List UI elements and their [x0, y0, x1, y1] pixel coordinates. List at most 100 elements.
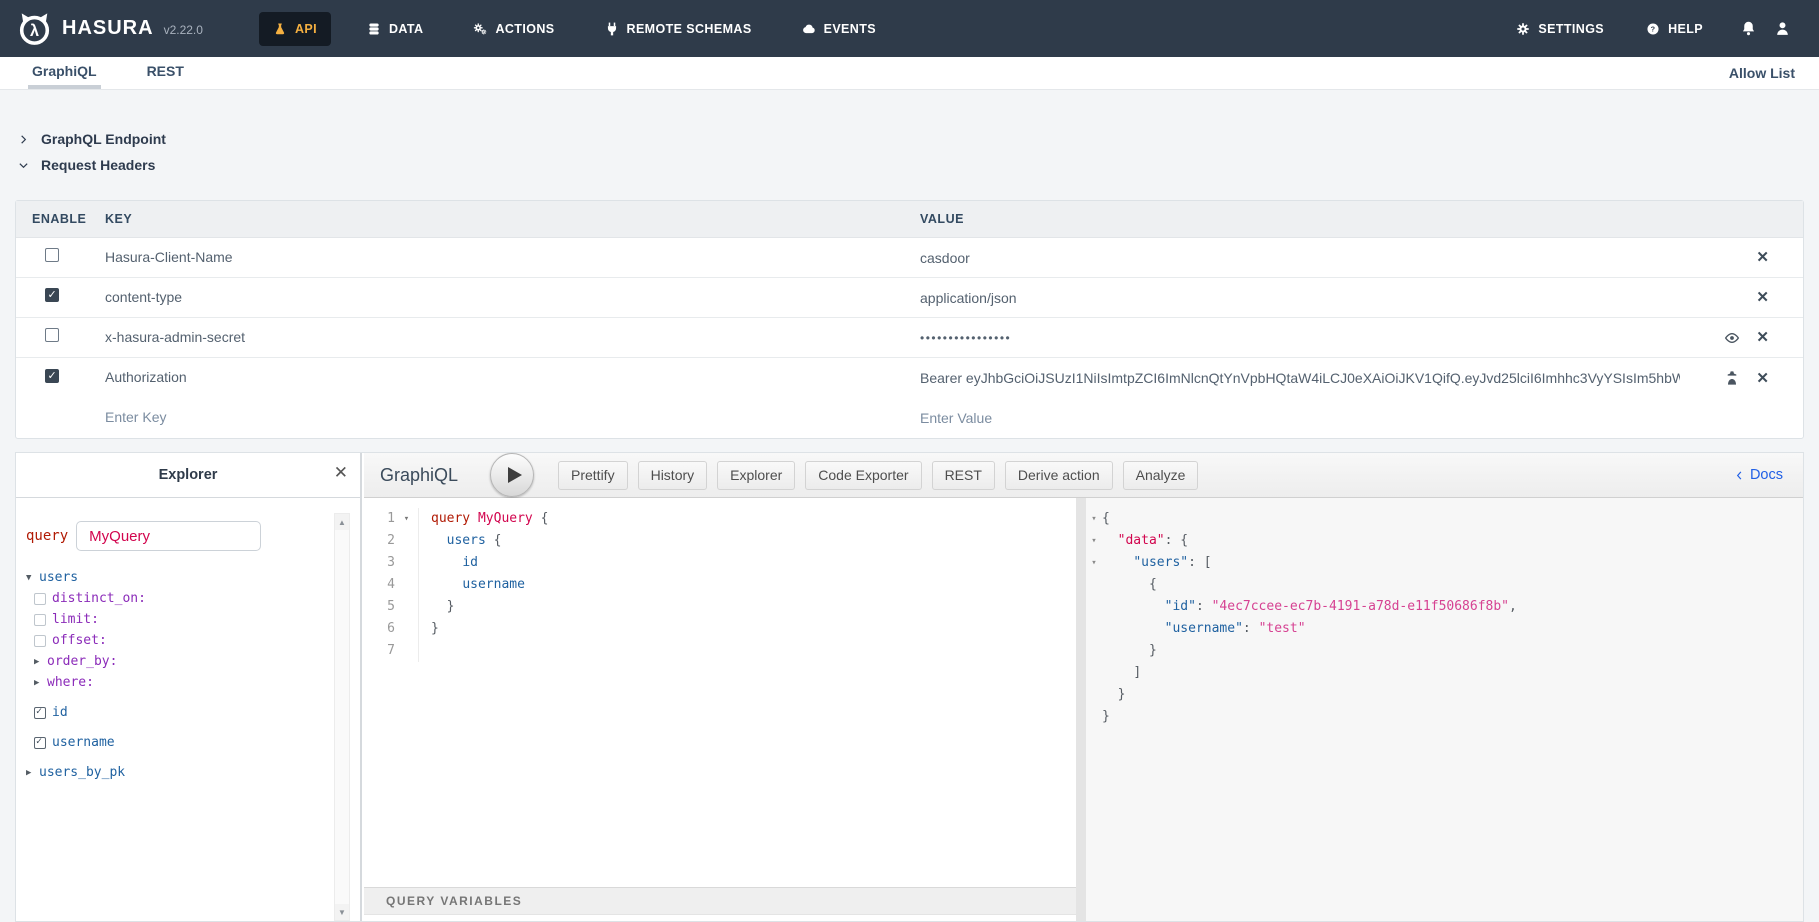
expand-arrow-icon[interactable]: ▶: [34, 657, 47, 667]
header-enable-checkbox[interactable]: [45, 369, 59, 383]
line-number: 5: [364, 596, 395, 618]
api-tabbar: GraphiQL REST Allow List: [0, 57, 1819, 90]
field-checkbox[interactable]: [34, 635, 46, 647]
operation-name-input[interactable]: [76, 521, 261, 551]
fold-arrow-icon[interactable]: ▾: [1086, 552, 1102, 574]
explorer-title: Explorer: [159, 467, 218, 483]
nav-item-actions[interactable]: ACTIONS: [459, 12, 568, 46]
user-button[interactable]: [1765, 20, 1799, 37]
nav-item-settings[interactable]: SETTINGS: [1502, 12, 1618, 46]
tab-rest[interactable]: REST: [143, 57, 188, 89]
query-variables-editor[interactable]: [364, 916, 1076, 921]
header-key[interactable]: x-hasura-admin-secret: [105, 329, 245, 345]
explorer-node-order_by[interactable]: ▶order_by:: [16, 651, 332, 672]
cloud-icon: [802, 22, 816, 36]
remove-header-icon[interactable]: ✕: [1756, 290, 1769, 305]
code-exporter-button[interactable]: Code Exporter: [805, 461, 921, 490]
response-line-9: }: [1086, 684, 1803, 706]
explorer-node-distinct_on[interactable]: distinct_on:: [16, 588, 332, 609]
tab-graphiql[interactable]: GraphiQL: [28, 57, 101, 89]
explorer-node-id[interactable]: id: [16, 702, 332, 723]
header-enable-checkbox[interactable]: [45, 288, 59, 302]
editor-line-4[interactable]: 4 username: [364, 574, 1076, 596]
node-label: users: [39, 570, 78, 585]
remove-header-icon[interactable]: ✕: [1756, 330, 1769, 345]
new-header-row: [16, 398, 1803, 438]
header-value[interactable]: casdoor: [920, 250, 970, 266]
response-line-3: ▾ "users": [: [1086, 552, 1803, 574]
editor-line-2[interactable]: 2 users {: [364, 530, 1076, 552]
remove-header-icon[interactable]: ✕: [1756, 371, 1769, 386]
fold-arrow-icon[interactable]: ▾: [1086, 508, 1102, 530]
request-headers-label: Request Headers: [41, 157, 155, 173]
history-button[interactable]: History: [638, 461, 708, 490]
nav-item-label: EVENTS: [824, 22, 876, 36]
derive-action-button[interactable]: Derive action: [1005, 461, 1113, 490]
scroll-down-icon[interactable]: ▼: [335, 904, 349, 920]
request-headers-toggle[interactable]: Request Headers: [18, 152, 166, 178]
hasura-logo-icon[interactable]: λ: [16, 10, 53, 47]
header-key[interactable]: content-type: [105, 289, 182, 305]
scroll-up-icon[interactable]: ▲: [335, 514, 349, 530]
nav-item-label: SETTINGS: [1538, 22, 1604, 36]
header-value[interactable]: ••••••••••••••••: [920, 331, 1011, 345]
explorer-node-username[interactable]: username: [16, 732, 332, 753]
field-checkbox[interactable]: [34, 707, 46, 719]
rest-button[interactable]: REST: [932, 461, 995, 490]
header-enable-checkbox[interactable]: [45, 328, 59, 342]
editor-line-1[interactable]: 1▾query MyQuery {: [364, 508, 1076, 530]
response-line-7: }: [1086, 640, 1803, 662]
new-header-key-input[interactable]: [105, 409, 864, 425]
bell-button[interactable]: [1731, 20, 1765, 37]
editor-line-5[interactable]: 5 }: [364, 596, 1076, 618]
fold-arrow-icon[interactable]: ▾: [395, 508, 419, 530]
header-key[interactable]: Authorization: [105, 369, 187, 385]
fold-arrow-icon[interactable]: ▾: [1086, 530, 1102, 552]
node-label: order_by:: [47, 654, 117, 669]
header-enable-checkbox[interactable]: [45, 248, 59, 262]
decode-jwt-button[interactable]: [1724, 370, 1740, 386]
explorer-scrollbar[interactable]: ▲ ▼: [334, 513, 350, 921]
new-header-value-input[interactable]: [920, 410, 1759, 426]
field-checkbox[interactable]: [34, 593, 46, 605]
explorer-node-where[interactable]: ▶where:: [16, 672, 332, 693]
graphql-endpoint-toggle[interactable]: GraphQL Endpoint: [18, 126, 166, 152]
docs-button[interactable]: Docs: [1734, 467, 1783, 483]
nav-item-remote-schemas[interactable]: REMOTE SCHEMAS: [591, 12, 766, 46]
explorer-node-users[interactable]: ▼users: [16, 567, 332, 588]
nav-item-api[interactable]: API: [259, 12, 331, 46]
nav-item-help[interactable]: ?HELP: [1632, 12, 1717, 46]
explorer-node-offset[interactable]: offset:: [16, 630, 332, 651]
expand-arrow-icon[interactable]: ▶: [34, 678, 47, 688]
allow-list-link[interactable]: Allow List: [1729, 57, 1795, 89]
nav-item-events[interactable]: EVENTS: [788, 12, 890, 46]
query-editor[interactable]: 1▾query MyQuery {2 users {3 id4 username…: [364, 498, 1076, 887]
explorer-close-icon[interactable]: ✕: [334, 463, 348, 483]
remove-header-icon[interactable]: ✕: [1756, 250, 1769, 265]
version-label[interactable]: v2.22.0: [164, 23, 203, 37]
field-checkbox[interactable]: [34, 737, 46, 749]
editor-line-3[interactable]: 3 id: [364, 552, 1076, 574]
fold-gutter: [1086, 640, 1102, 662]
reveal-secret-button[interactable]: [1724, 330, 1740, 346]
explorer-node-limit[interactable]: limit:: [16, 609, 332, 630]
svg-text:λ: λ: [30, 22, 39, 40]
expand-arrow-icon[interactable]: ▶: [26, 768, 39, 778]
query-variables-bar[interactable]: QUERY VARIABLES: [364, 887, 1076, 915]
nav-item-data[interactable]: DATA: [353, 12, 437, 46]
header-value[interactable]: Bearer eyJhbGciOiJSUzI1NiIsImtpZCI6ImNlc…: [920, 370, 1680, 386]
editor-line-7[interactable]: 7: [364, 640, 1076, 662]
collapse-arrow-icon[interactable]: ▼: [26, 573, 39, 583]
response-line-2: ▾ "data": {: [1086, 530, 1803, 552]
col-value: VALUE: [904, 212, 1803, 226]
explorer-button[interactable]: Explorer: [717, 461, 795, 490]
execute-query-button[interactable]: [490, 453, 534, 497]
header-value[interactable]: application/json: [920, 290, 1017, 306]
field-checkbox[interactable]: [34, 614, 46, 626]
prettify-button[interactable]: Prettify: [558, 461, 628, 490]
header-key[interactable]: Hasura-Client-Name: [105, 249, 233, 265]
analyze-button[interactable]: Analyze: [1123, 461, 1199, 490]
explorer-node-users_by_pk[interactable]: ▶users_by_pk: [16, 762, 332, 783]
editor-line-6[interactable]: 6}: [364, 618, 1076, 640]
pane-resize-handle[interactable]: [1076, 498, 1086, 921]
